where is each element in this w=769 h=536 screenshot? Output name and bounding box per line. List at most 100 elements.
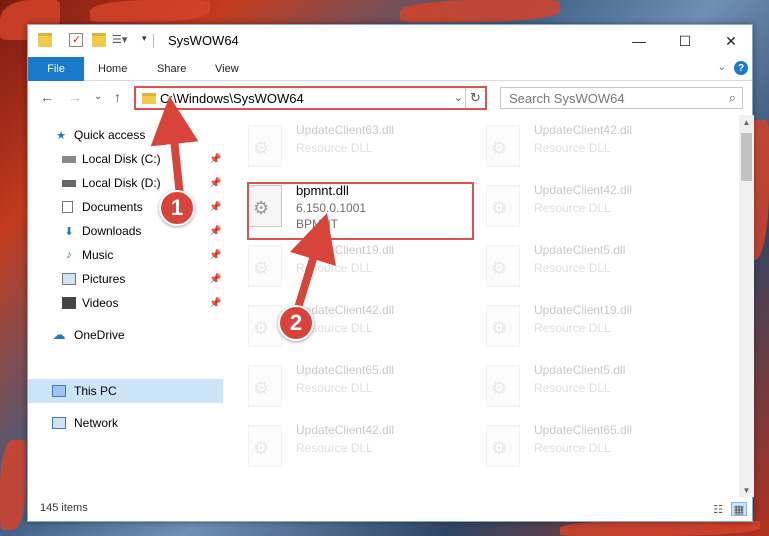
sidebar-item-local-disk-d[interactable]: Local Disk (D:) 📌 (28, 171, 223, 195)
file-name: UpdateClient5.dll (534, 243, 626, 257)
file-tile[interactable]: ⚙ UpdateClient19.dll Resource DLL (248, 241, 468, 295)
help-icon[interactable]: ? (734, 61, 748, 75)
file-tile[interactable]: ⚙ UpdateClient42.dll Resource DLL (486, 121, 706, 175)
sidebar-item-label: Videos (82, 296, 119, 310)
recent-locations-icon[interactable]: ⌄ (94, 91, 102, 102)
file-description: Resource DLL (296, 381, 373, 395)
tab-file[interactable]: File (28, 57, 84, 81)
ribbon-tabs: File Home Share View ⌄ ? (28, 57, 752, 81)
sidebar-item-onedrive[interactable]: ☁ OneDrive (28, 323, 223, 347)
address-dropdown-icon[interactable]: ⌄ (454, 91, 463, 104)
refresh-icon[interactable]: ↻ (465, 88, 485, 108)
download-icon: ⬇ (64, 225, 74, 238)
details-view-icon[interactable]: ☷ (710, 502, 726, 516)
window-title: SysWOW64 (168, 33, 239, 48)
sidebar-item-downloads[interactable]: ⬇ Downloads 📌 (28, 219, 223, 243)
file-tile[interactable]: ⚙ UpdateClient42.dll Resource DLL (248, 421, 468, 475)
pin-icon[interactable]: 📌 (209, 298, 221, 309)
dll-file-icon: ⚙ (486, 425, 520, 467)
sidebar-item-label: Documents (82, 200, 143, 214)
star-icon: ★ (56, 129, 66, 142)
file-description: Resource DLL (534, 261, 611, 275)
file-name: UpdateClient63.dll (296, 123, 395, 137)
sidebar-item-label: Network (74, 416, 119, 430)
sidebar-item-videos[interactable]: Videos 📌 (28, 291, 223, 315)
cloud-icon: ☁ (52, 327, 66, 342)
file-tile[interactable]: ⚙ UpdateClient63.dll Resource DLL (248, 121, 468, 175)
film-icon (62, 297, 76, 309)
file-tile[interactable]: ⚙ UpdateClient19.dll Resource DLL (486, 301, 706, 355)
dll-file-icon: ⚙ (486, 125, 520, 167)
scroll-down-arrow-icon[interactable]: ▼ (739, 483, 754, 497)
file-tile[interactable]: ⚙ UpdateClient5.dll Resource DLL (486, 361, 706, 415)
up-arrow-icon[interactable]: ↑ (114, 89, 121, 105)
file-name: UpdateClient65.dll (534, 423, 633, 437)
dll-file-icon: ⚙ (486, 245, 520, 287)
file-tile[interactable]: ⚙ UpdateClient65.dll Resource DLL (248, 361, 468, 415)
back-arrow-icon[interactable]: ← (40, 89, 54, 105)
file-tile[interactable]: ⚙ UpdateClient5.dll Resource DLL (486, 241, 706, 295)
document-icon (62, 201, 73, 213)
sidebar-item-label: OneDrive (74, 328, 125, 342)
sidebar-item-local-disk-c[interactable]: Local Disk (C:) 📌 (28, 147, 223, 171)
sidebar-item-quick-access[interactable]: ★ Quick access (28, 123, 223, 147)
close-button[interactable]: ✕ (708, 25, 754, 57)
customize-toolbar-icon[interactable]: ☰▾ (112, 33, 138, 47)
sidebar-item-label: Local Disk (C:) (82, 152, 161, 166)
pin-icon[interactable]: 📌 (209, 154, 221, 165)
background-leaf (400, 0, 560, 22)
file-description: Resource DLL (534, 141, 611, 155)
scroll-thumb[interactable] (741, 133, 752, 181)
vertical-scrollbar[interactable]: ▲ ▼ (739, 115, 754, 497)
sidebar-item-music[interactable]: ♪ Music 📌 (28, 243, 223, 267)
dll-file-icon: ⚙ (248, 245, 282, 287)
address-bar[interactable]: C:\Windows\SysWOW64 ⌄ ↻ (134, 86, 487, 110)
minimize-button[interactable]: — (616, 25, 662, 57)
music-icon: ♪ (66, 249, 72, 261)
pictures-icon (62, 273, 76, 285)
properties-icon[interactable]: ✓ (69, 33, 83, 47)
tab-share[interactable]: Share (157, 57, 186, 81)
search-input[interactable] (501, 88, 711, 108)
item-count: 145 items (40, 502, 88, 514)
file-description: Resource DLL (534, 321, 611, 335)
title-bar: ✓ ☰▾ ▾ SysWOW64 — ☐ ✕ (28, 25, 752, 57)
navigation-bar: ← → ⌄ ↑ C:\Windows\SysWOW64 ⌄ ↻ ⌕ (28, 81, 752, 115)
sidebar-item-this-pc[interactable]: This PC (28, 379, 223, 403)
search-icon[interactable]: ⌕ (729, 90, 736, 106)
sidebar-item-network[interactable]: Network (28, 411, 223, 435)
tiles-view-icon[interactable]: ▦ (731, 502, 747, 516)
tab-home[interactable]: Home (98, 57, 127, 81)
sidebar-item-label: Pictures (82, 272, 126, 286)
sidebar-item-label: Downloads (82, 224, 142, 238)
status-bar: 145 items ☷ ▦ (28, 497, 752, 523)
file-name: UpdateClient42.dll (534, 183, 633, 197)
sidebar-item-pictures[interactable]: Pictures 📌 (28, 267, 223, 291)
scroll-up-arrow-icon[interactable]: ▲ (739, 115, 754, 129)
pin-icon[interactable]: 📌 (209, 202, 221, 213)
expand-ribbon-icon[interactable]: ⌄ (718, 62, 726, 73)
file-description: Resource DLL (534, 441, 611, 455)
file-name: UpdateClient19.dll (534, 303, 633, 317)
navigation-pane: ★ Quick access Local Disk (C:) 📌 Local D… (28, 121, 223, 491)
forward-arrow-icon[interactable]: → (68, 89, 82, 105)
drive-icon (62, 179, 76, 187)
file-name: UpdateClient5.dll (534, 363, 626, 377)
tab-view[interactable]: View (215, 57, 239, 81)
pin-icon[interactable]: 📌 (209, 178, 221, 189)
search-box: ⌕ (500, 87, 743, 109)
file-description: Resource DLL (534, 201, 611, 215)
pin-icon[interactable]: 📌 (209, 250, 221, 261)
maximize-button[interactable]: ☐ (662, 25, 708, 57)
callout-step-2: 2 (278, 305, 314, 341)
file-name: UpdateClient42.dll (534, 123, 633, 137)
pin-icon[interactable]: 📌 (209, 226, 221, 237)
file-highlight-box (247, 182, 474, 240)
sidebar-item-label: Local Disk (D:) (82, 176, 161, 190)
new-folder-icon[interactable] (92, 33, 106, 47)
background-leaf (0, 440, 26, 530)
title-separator (153, 34, 154, 48)
pin-icon[interactable]: 📌 (209, 274, 221, 285)
file-tile[interactable]: ⚙ UpdateClient65.dll Resource DLL (486, 421, 706, 475)
file-tile[interactable]: ⚙ UpdateClient42.dll Resource DLL (486, 181, 706, 235)
